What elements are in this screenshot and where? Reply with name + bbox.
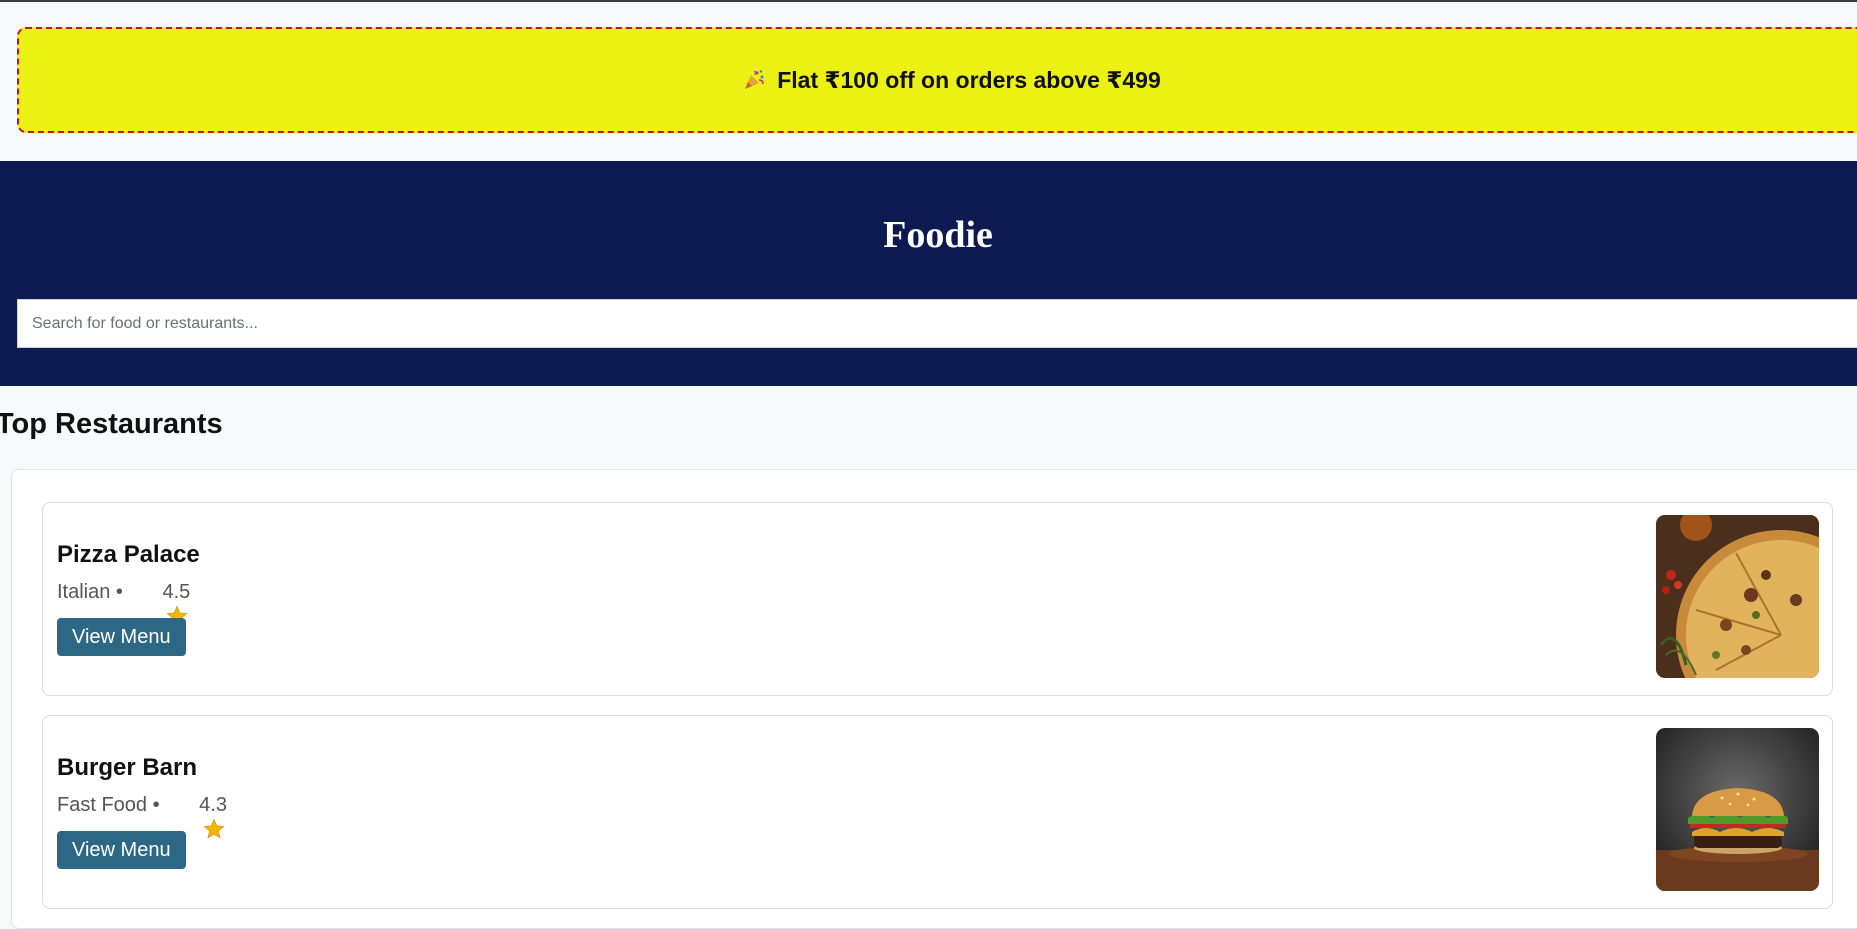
burger-photo [1656, 728, 1819, 891]
party-popper-icon [743, 69, 765, 91]
pizza-photo [1656, 515, 1819, 678]
promo-text: Flat ₹100 off on orders above ₹499 [777, 66, 1161, 93]
view-menu-button[interactable]: View Menu [57, 618, 186, 656]
brand-title: Foodie [883, 214, 993, 256]
search-input[interactable] [17, 299, 1857, 348]
restaurant-name: Burger Barn [57, 754, 198, 781]
site-header: Foodie [0, 161, 1857, 386]
top-window-rule [0, 0, 1857, 2]
restaurant-rating: 4.3 [199, 794, 227, 816]
star-icon [132, 582, 188, 625]
restaurant-rating: 4.5 [162, 581, 191, 603]
restaurant-card: Burger Barn Fast Food • 4.3 View Menu [42, 715, 1833, 909]
restaurant-name: Pizza Palace [57, 541, 200, 568]
restaurant-meta: Italian • 4.5 [57, 581, 191, 625]
promo-banner: Flat ₹100 off on orders above ₹499 [17, 27, 1857, 133]
restaurant-cuisine: Italian • [57, 581, 129, 603]
view-menu-button[interactable]: View Menu [57, 831, 186, 869]
restaurant-meta: Fast Food • 4.3 [57, 794, 227, 838]
restaurant-card: Pizza Palace Italian • 4.5 View Menu [42, 502, 1833, 696]
restaurant-cuisine: Fast Food • [57, 794, 166, 816]
section-heading: Top Restaurants [0, 408, 223, 440]
promo-content: Flat ₹100 off on orders above ₹499 [743, 67, 1161, 94]
star-icon [169, 795, 225, 838]
